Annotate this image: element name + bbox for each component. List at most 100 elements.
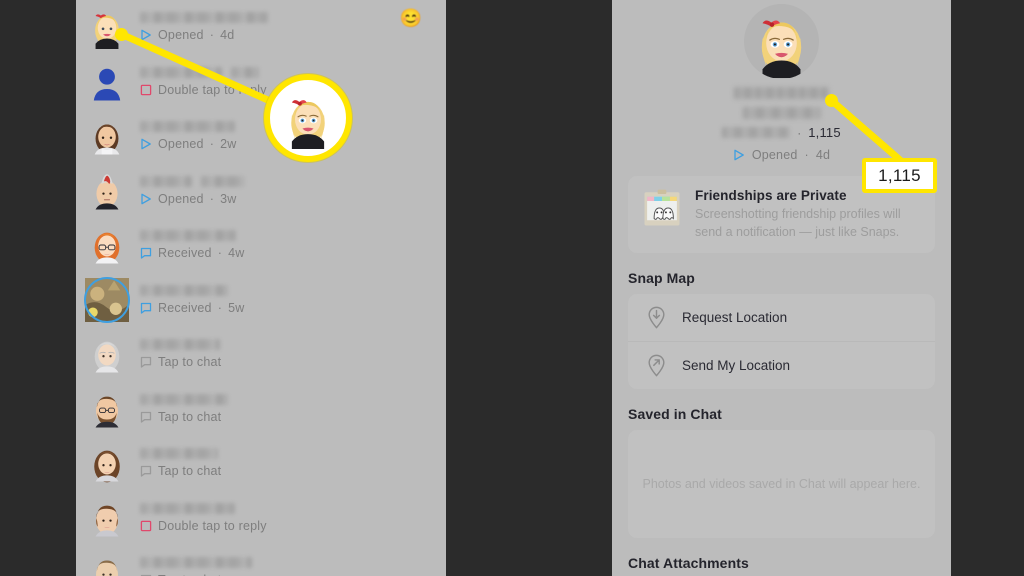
- send-my-location-action[interactable]: Send My Location: [628, 340, 935, 389]
- profile-avatar[interactable]: [744, 4, 819, 79]
- saved-in-chat-section-title: Saved in Chat: [628, 405, 722, 422]
- private-card-subtitle: Screenshotting friendship profiles will …: [695, 207, 901, 239]
- chat-row[interactable]: Tap to chat: [76, 436, 446, 491]
- chat-row-text: Tap to chat: [140, 557, 252, 576]
- request-location-action[interactable]: Request Location: [628, 294, 935, 341]
- chat-row-text: Received · 5w: [140, 284, 244, 315]
- opened-arrow-icon: [141, 29, 151, 41]
- profile-name-row: [742, 107, 821, 119]
- private-card-title: Friendships are Private: [695, 188, 847, 203]
- opened-arrow-icon: [141, 138, 151, 150]
- contact-name-redacted: [140, 12, 268, 24]
- chat-row-status: Double tap to reply: [140, 519, 267, 533]
- chat-status-time: 5w: [228, 300, 245, 315]
- chat-status-dot: ·: [209, 191, 215, 206]
- snap-score-value: 1,115: [808, 125, 841, 140]
- contact-avatar[interactable]: [84, 440, 130, 486]
- chat-attachments-section-title: Chat Attachments: [628, 554, 749, 571]
- snap-map-section-title: Snap Map: [628, 269, 695, 286]
- contact-avatar[interactable]: [84, 113, 130, 159]
- clipboard-ghosts-icon: [644, 189, 680, 226]
- chat-row[interactable]: Opened · 4d: [76, 0, 446, 55]
- send-my-location-label: Send My Location: [682, 357, 791, 373]
- chat-row-status: Tap to chat: [140, 355, 221, 369]
- opened-arrow-icon: [141, 193, 151, 205]
- chat-row[interactable]: Opened · 2w: [76, 109, 446, 164]
- chat-row-text: Opened · 4d: [140, 12, 268, 42]
- contact-name-redacted: [140, 393, 228, 405]
- contact-name-redacted-2: [231, 66, 259, 78]
- profile-username-redacted: [742, 107, 821, 119]
- contact-name-redacted: [140, 230, 236, 242]
- score-separator: ·: [797, 125, 802, 140]
- request-location-label: Request Location: [682, 309, 788, 325]
- reply-square-icon: [140, 84, 152, 95]
- chat-row-text: Tap to chat: [140, 393, 228, 424]
- chat-bubble-icon: [140, 248, 152, 259]
- contact-name-redacted: [140, 66, 222, 78]
- chat-row[interactable]: Tap to chat: [76, 545, 446, 576]
- contact-name-redacted: [140, 121, 235, 133]
- opened-arrow-icon: [734, 149, 744, 161]
- chat-row-status: Opened · 4d: [140, 28, 268, 42]
- chat-row-status: Opened · 2w: [140, 137, 236, 151]
- chat-row-text: Tap to chat: [140, 339, 221, 369]
- chat-row[interactable]: Opened · 3w: [76, 164, 446, 219]
- chat-bubble-icon: [140, 302, 152, 314]
- chat-status-dot: ·: [209, 28, 215, 43]
- chat-status-text: Received: [158, 246, 212, 261]
- contact-avatar[interactable]: [84, 222, 130, 268]
- chat-row-status: Double tap to reply: [140, 83, 267, 97]
- contact-avatar[interactable]: [84, 168, 130, 214]
- chat-row[interactable]: Double tap to reply: [76, 55, 446, 110]
- chat-status-text: Received: [158, 300, 212, 315]
- blonde-bow-bitmoji-icon: [761, 20, 802, 78]
- contact-avatar[interactable]: [84, 386, 130, 432]
- profile-display-name-redacted: [734, 87, 829, 99]
- reply-square-icon: [140, 520, 152, 531]
- chat-list-panel[interactable]: Opened · 4d Double tap to reply Opened · 2w Ope…: [76, 0, 446, 576]
- contact-avatar[interactable]: [84, 495, 130, 541]
- chat-row[interactable]: Tap to chat: [76, 382, 446, 437]
- chat-row[interactable]: Tap to chat: [76, 327, 446, 382]
- contact-name-redacted: [140, 339, 220, 351]
- contact-name-redacted: [140, 284, 228, 296]
- chat-status-dot: ·: [217, 246, 223, 261]
- pin-download-icon: [648, 306, 665, 329]
- chat-row-text: Tap to chat: [140, 448, 221, 478]
- chat-row[interactable]: Received · 5w: [76, 273, 446, 328]
- chat-bubble-icon: [140, 411, 152, 423]
- contact-avatar[interactable]: [84, 59, 130, 105]
- contact-avatar[interactable]: [84, 276, 130, 323]
- snap-map-card: Request Location Send My Location: [628, 293, 935, 389]
- chat-status-text: Double tap to reply: [158, 518, 267, 533]
- contact-avatar[interactable]: [84, 4, 130, 50]
- snap-score-row: · 1,115: [722, 125, 841, 140]
- saved-in-chat-empty-text: Photos and videos saved in Chat will app…: [642, 476, 921, 491]
- chat-row[interactable]: Received · 4w: [76, 218, 446, 273]
- contact-name-redacted: [140, 502, 235, 514]
- chat-row-text: Double tap to reply: [140, 502, 267, 533]
- chat-row-status: Received · 5w: [140, 301, 244, 315]
- chat-status-text: Opened: [158, 137, 204, 152]
- chat-row-status: Tap to chat: [140, 410, 228, 424]
- chat-status-text: Tap to chat: [158, 409, 222, 424]
- contact-name-redacted: [140, 557, 252, 569]
- contact-name-redacted: [140, 175, 192, 187]
- chat-row-text: Received · 4w: [140, 230, 244, 260]
- profile-status-row: Opened · 4d: [733, 148, 830, 162]
- chat-row-text: Opened · 2w: [140, 121, 236, 151]
- chat-status-text: Opened: [158, 28, 204, 43]
- chat-bubble-icon: [140, 357, 152, 368]
- profile-header: · 1,115 Opened · 4d: [612, 0, 951, 162]
- contact-name-redacted: [140, 448, 218, 460]
- chat-status-time: 3w: [220, 191, 237, 206]
- chat-row[interactable]: Double tap to reply: [76, 491, 446, 546]
- chat-status-time: 2w: [220, 137, 237, 152]
- profile-status-text: Opened: [751, 148, 798, 162]
- friendship-profile-panel[interactable]: · 1,115 Opened · 4d Friendships are Priv…: [612, 0, 951, 576]
- contact-avatar[interactable]: [84, 549, 130, 576]
- friendships-are-private-card: Friendships are Private Screenshotting f…: [628, 176, 935, 253]
- contact-avatar[interactable]: [84, 331, 130, 377]
- chat-row-text: Opened · 3w: [140, 175, 245, 206]
